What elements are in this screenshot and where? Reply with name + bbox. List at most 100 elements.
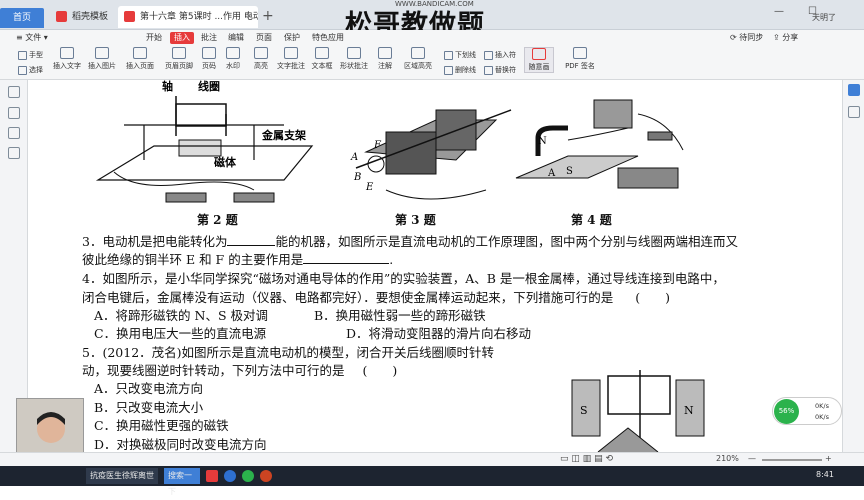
status-bar: ▭ ◫ ▥ ▤ ⟲ 210% — + (0, 452, 864, 466)
q4-option-b: B．换用磁性弱一些的蹄形磁铁 (314, 308, 486, 323)
q5-answer-bracket: ( ) (362, 363, 398, 378)
figure-2-caption: 第 2 题 (197, 213, 238, 227)
menu-protect[interactable]: 保护 (284, 32, 300, 44)
hand-icon (18, 50, 27, 60)
zoom-out-icon[interactable]: — (748, 454, 756, 463)
question-3-line-2: 彼此绝缘的铜半环 E 和 F 的主要作用是. (82, 249, 393, 268)
taskbar-item-label: 抗疫医生徐辉离世 (90, 471, 154, 480)
tool-label: 文字批注 (277, 62, 305, 70)
signature-icon (573, 47, 587, 59)
text-comment-button[interactable]: 文字批注 (276, 47, 306, 71)
q4-option-d: D．将滑动变阻器的滑片向右移动 (346, 326, 532, 341)
note-icon (378, 47, 392, 59)
tool-label: 插入页面 (126, 62, 154, 70)
q3-text-a: 3．电动机是把电能转化为 (82, 234, 228, 249)
label-f: F (373, 140, 382, 151)
q5-option-c: C．换用磁性更强的磁铁 (94, 418, 229, 433)
q3-blank-2 (303, 252, 390, 264)
zoom-slider[interactable] (762, 459, 822, 461)
menu-file[interactable]: ≡ 文件 ▾ (16, 32, 48, 44)
recorder-icon[interactable] (260, 470, 272, 482)
question-5-line-1: 5．(2012．茂名)如图所示是直流电动机的模型，闭合开关后线圈顺时针转 (82, 345, 495, 360)
tool-label: 页码 (202, 62, 216, 70)
zoom-in-icon[interactable]: + (825, 454, 832, 463)
insert-text-button[interactable]: 插入文字 (52, 47, 82, 71)
thumbnail-icon[interactable] (8, 86, 20, 98)
taskbar-search-label: 搜索一下 (168, 471, 192, 496)
bookmark-icon[interactable] (8, 107, 20, 119)
properties-icon[interactable] (848, 106, 860, 118)
replace-button[interactable]: 替换符 (484, 65, 516, 75)
header-footer-button[interactable]: 页眉页脚 (162, 47, 196, 71)
ie-browser-icon[interactable] (224, 470, 236, 482)
underline-icon (444, 50, 453, 60)
tool-label: 区域高亮 (404, 62, 432, 70)
tool-label: 下划线 (455, 51, 476, 59)
strikethrough-button[interactable]: 删除线 (444, 65, 476, 75)
tool-label: 替换符 (495, 66, 516, 74)
q3-blank-1 (227, 234, 276, 246)
shape-comment-button[interactable]: 形状批注 (338, 47, 370, 71)
caret-icon (484, 50, 493, 60)
image-icon (95, 47, 109, 59)
select-tool[interactable]: 选择 (18, 65, 43, 75)
chrome-icon[interactable] (242, 470, 254, 482)
note-button[interactable]: 注解 (374, 47, 396, 71)
menu-page[interactable]: 页面 (256, 32, 272, 44)
menu-insert[interactable]: 插入 (170, 32, 194, 44)
pdf-signature-button[interactable]: PDF 签名 (562, 47, 598, 71)
insert-image-button[interactable]: 插入图片 (86, 47, 118, 71)
strikethrough-icon (444, 65, 453, 75)
caret-button[interactable]: 插入符 (484, 50, 516, 60)
sync-status[interactable]: ⟳ 待同步 (730, 32, 763, 44)
tab-pdf-document[interactable]: 第十六章 第5课时 ...作用 电动机.pdf ✕ (118, 6, 258, 28)
pdf-page: 轴 线圈 金属支架 磁体 第 2 题 A B F E 第 3 题 N S A 第… (28, 80, 842, 452)
page-number-button[interactable]: 页码 (198, 47, 220, 71)
label-axis: 轴 (162, 80, 173, 93)
add-tab-button[interactable]: + (262, 9, 274, 23)
area-highlight-button[interactable]: 区域高亮 (402, 47, 434, 71)
tab-daoke-templates[interactable]: 稻壳模板 (50, 6, 116, 28)
tool-label: 插入文字 (53, 62, 81, 70)
search-icon[interactable] (8, 147, 20, 159)
annotation-icon[interactable] (8, 127, 20, 139)
label-s: S (566, 166, 573, 177)
tool-label: 页眉页脚 (165, 62, 193, 70)
share-label: 分享 (782, 33, 799, 42)
hand-tool[interactable]: 手型 (18, 50, 43, 60)
minimize-icon[interactable]: — (774, 6, 784, 17)
taskbar-search[interactable]: 搜索一下 (164, 468, 200, 496)
menu-start[interactable]: 开始 (146, 32, 162, 44)
insert-page-button[interactable]: 插入页面 (122, 47, 158, 71)
freehand-button[interactable]: 随意画 (524, 47, 554, 73)
label-s: S (580, 404, 588, 417)
pdf-icon (124, 11, 135, 22)
menu-comment[interactable]: 批注 (201, 32, 217, 44)
maximize-icon[interactable]: ☐ (808, 6, 817, 17)
share-button[interactable]: ⇪ 分享 (773, 32, 798, 44)
convert-icon[interactable] (848, 84, 860, 96)
tool-label: 随意画 (528, 63, 550, 71)
tab-label: 稻壳模板 (72, 12, 109, 22)
textbox-button[interactable]: 文本框 (310, 47, 334, 71)
tab-home[interactable]: 首页 (0, 8, 44, 28)
watermark-button[interactable]: 水印 (222, 47, 244, 71)
menu-special[interactable]: 特色应用 (312, 32, 344, 44)
page-insert-icon (133, 47, 147, 59)
daoke-icon (56, 11, 67, 22)
view-mode-icons[interactable]: ▭ ◫ ▥ ▤ ⟲ (560, 454, 613, 464)
menu-edit[interactable]: 编辑 (228, 32, 244, 44)
text-insert-icon (60, 47, 74, 59)
tool-label: 手型 (29, 51, 43, 59)
network-speed-widget[interactable]: 56% 0K/s 0K/s (772, 397, 842, 425)
cursor-icon (18, 65, 27, 75)
page-number-icon (202, 47, 216, 59)
tool-label: 插入符 (495, 51, 516, 59)
tool-label: 形状批注 (340, 62, 368, 70)
close-icon[interactable]: ✕ (245, 6, 253, 28)
underline-button[interactable]: 下划线 (444, 50, 476, 60)
highlight-button[interactable]: 高亮 (250, 47, 272, 71)
tool-label: 水印 (226, 62, 240, 70)
wps-icon[interactable] (206, 470, 218, 482)
taskbar-browser-item[interactable]: 抗疫医生徐辉离世 (86, 468, 158, 484)
